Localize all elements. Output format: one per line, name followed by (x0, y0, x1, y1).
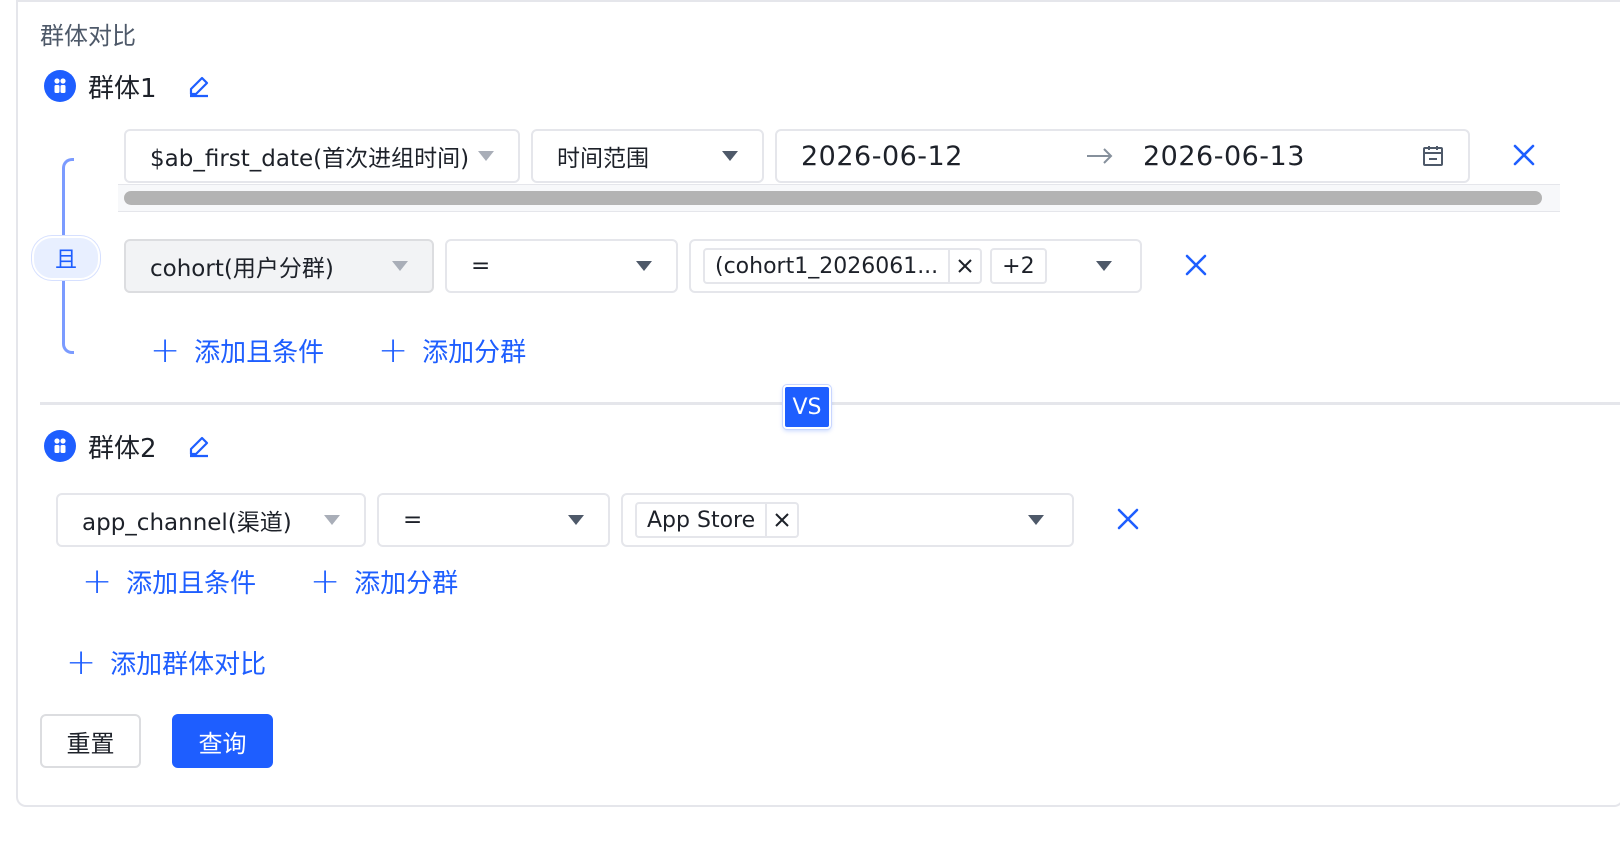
group1-row2-field-select[interactable]: cohort(用户分群) (124, 239, 434, 293)
field-value: $ab_first_date(首次进组时间) (150, 146, 470, 172)
query-button[interactable]: 查询 (172, 714, 273, 768)
operator-value: = (403, 507, 423, 533)
date-start-input[interactable]: 2026-06-12 (801, 141, 963, 172)
group1-title: 群体1 (88, 74, 157, 104)
group1-row2-value-select[interactable]: (cohort1_2026061... +2 (689, 239, 1142, 293)
add-group-compare-button[interactable]: + 添加群体对比 (66, 644, 266, 681)
group-users-icon (44, 430, 76, 462)
group2-add-and-condition-button[interactable]: + 添加且条件 (82, 563, 256, 600)
tag-label: App Store (647, 507, 756, 533)
operator-value: = (471, 253, 491, 279)
horizontal-scrollbar-thumb[interactable] (124, 191, 1542, 205)
operator-value: 时间范围 (557, 146, 649, 172)
plus-icon: + (66, 641, 97, 683)
tag-close-icon[interactable] (948, 250, 980, 282)
chevron-down-icon (478, 151, 494, 161)
vs-badge: VS (783, 385, 831, 429)
group1-add-and-condition-button[interactable]: + 添加且条件 (150, 332, 324, 369)
chevron-down-icon (324, 515, 340, 525)
arrow-right-icon (1085, 143, 1115, 173)
chevron-down-icon (1028, 515, 1044, 525)
group1-row1-operator-select[interactable]: 时间范围 (531, 129, 764, 183)
remove-condition-close-icon[interactable] (1113, 504, 1143, 534)
group2-row1-value-select[interactable]: App Store (621, 493, 1074, 547)
value-tag: (cohort1_2026061... (703, 248, 983, 284)
field-value: app_channel(渠道) (82, 510, 292, 536)
value-tag: App Store (635, 502, 800, 538)
reset-button[interactable]: 重置 (40, 714, 141, 768)
remove-condition-close-icon[interactable] (1181, 250, 1211, 280)
logic-and-toggle[interactable]: 且 (32, 236, 100, 280)
chevron-down-icon (1096, 261, 1112, 271)
edit-group2-icon[interactable] (185, 432, 213, 460)
remove-condition-close-icon[interactable] (1509, 140, 1539, 170)
group1-add-subgroup-button[interactable]: + 添加分群 (378, 332, 526, 369)
group2-title: 群体2 (88, 434, 157, 464)
chevron-down-icon (722, 151, 738, 161)
section-title: 群体对比 (40, 22, 136, 50)
chevron-down-icon (568, 515, 584, 525)
plus-icon: + (310, 560, 341, 602)
group-users-icon (44, 70, 76, 102)
group2-row1-field-select[interactable]: app_channel(渠道) (56, 493, 366, 547)
group1-row2-operator-select[interactable]: = (445, 239, 678, 293)
edit-group1-icon[interactable] (185, 72, 213, 100)
chevron-down-icon (392, 261, 408, 271)
plus-icon: + (150, 329, 181, 371)
field-value: cohort(用户分群) (150, 256, 334, 282)
group2-row1-operator-select[interactable]: = (377, 493, 610, 547)
group1-date-range-picker[interactable]: 2026-06-12 2026-06-13 (775, 129, 1470, 183)
calendar-icon[interactable] (1421, 144, 1445, 172)
group1-row1-field-select[interactable]: $ab_first_date(首次进组时间) (124, 129, 520, 183)
tag-label: (cohort1_2026061... (715, 253, 939, 279)
date-end-input[interactable]: 2026-06-13 (1143, 141, 1305, 172)
chevron-down-icon (636, 261, 652, 271)
plus-icon: + (378, 329, 409, 371)
plus-icon: + (82, 560, 113, 602)
more-tags-badge[interactable]: +2 (990, 248, 1047, 284)
group2-add-subgroup-button[interactable]: + 添加分群 (310, 563, 458, 600)
tag-close-icon[interactable] (765, 504, 797, 536)
